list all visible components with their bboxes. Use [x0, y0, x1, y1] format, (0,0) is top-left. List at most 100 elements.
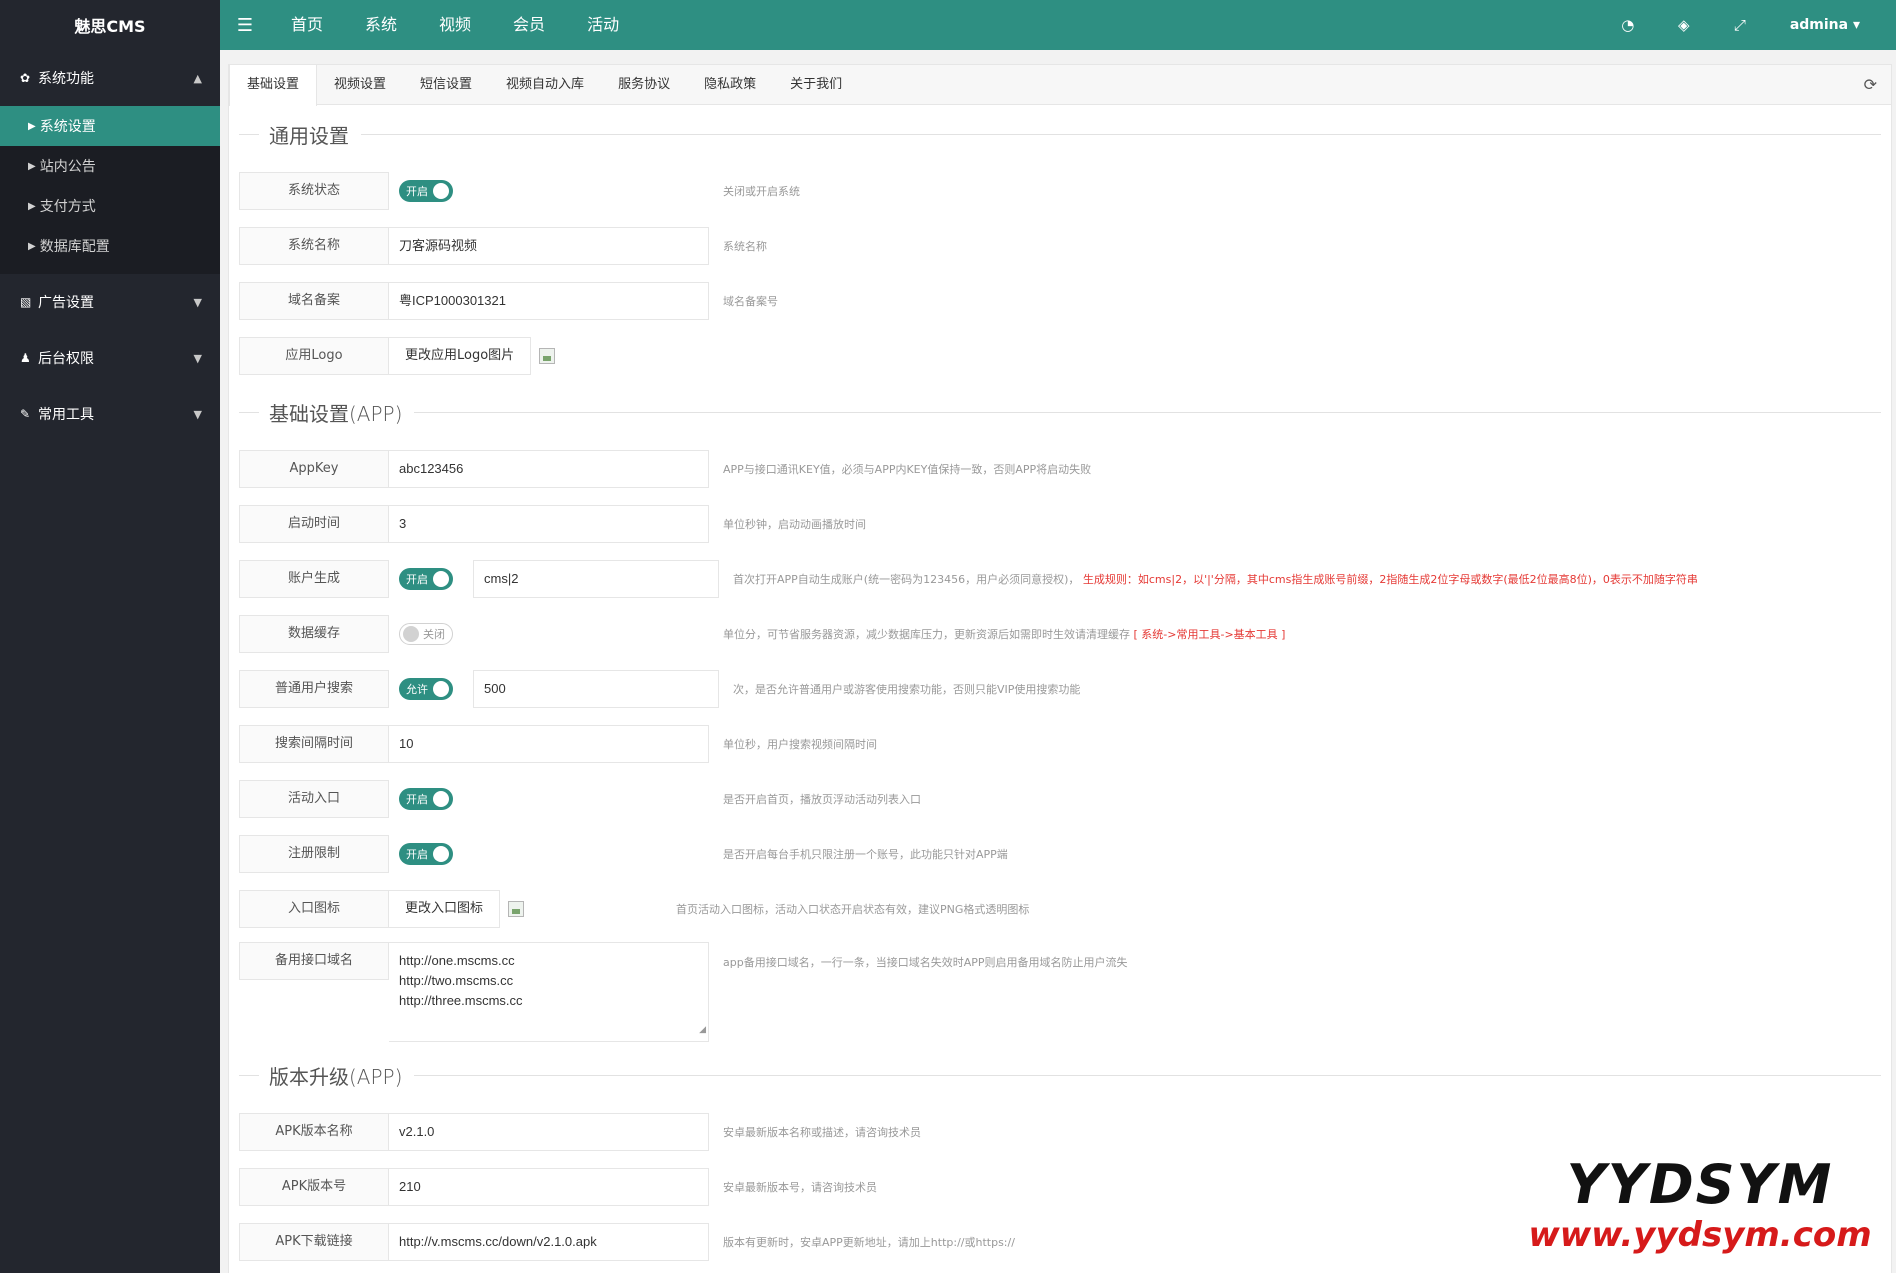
field-hint: 单位秒，用户搜索视频间隔时间 [723, 737, 877, 751]
sidebar-group-permissions[interactable]: ♟ 后台权限 ▼ [0, 330, 220, 386]
field-hint: 是否开启首页，播放页浮动活动列表入口 [723, 792, 921, 806]
field-hint: 是否开启每台手机只限注册一个账号，此功能只针对APP端 [723, 847, 1008, 861]
account-rule-input[interactable]: cms|2 [473, 559, 719, 598]
field-label: 启动时间 [239, 504, 389, 543]
row-system-name: 系统名称 刀客源码视频 系统名称 [239, 218, 1881, 273]
nav-home[interactable]: 首页 [270, 0, 344, 50]
field-label: 备用接口域名 [239, 942, 389, 980]
row-activity-entry: 活动入口 开启 是否开启首页，播放页浮动活动列表入口 [239, 771, 1881, 826]
textarea-line: http://three.mscms.cc [399, 993, 523, 1008]
switch-wrapper: 开启 [389, 835, 463, 873]
field-hint: 单位分，可节省服务器资源，减少数据库压力，更新资源后如需即时生效请清理缓存 [ … [723, 626, 1285, 642]
watermark-brand: YYDSYM [1566, 1153, 1834, 1216]
tab-service-agreement[interactable]: 服务协议 [601, 65, 687, 104]
appkey-input[interactable]: abc123456 [389, 449, 709, 488]
tag-icon[interactable]: ◈ [1656, 16, 1712, 34]
account-gen-switch[interactable]: 开启 [399, 567, 453, 590]
nav-activity[interactable]: 活动 [566, 0, 640, 50]
sidebar-group-ads[interactable]: ▧ 广告设置 ▼ [0, 274, 220, 330]
textarea-line: http://two.mscms.cc [399, 973, 514, 988]
sidebar-group-label: 常用工具 [38, 407, 94, 423]
system-status-switch[interactable]: 开启 [399, 179, 453, 202]
switch-wrapper: 开启 [389, 560, 463, 598]
switch-wrapper: 开启 [389, 172, 463, 210]
sidebar-group-system[interactable]: ✿ 系统功能 ▲ [0, 50, 220, 106]
tab-about[interactable]: 关于我们 [773, 65, 859, 104]
field-label: APK版本号 [239, 1167, 389, 1206]
theme-icon[interactable]: ◔ [1600, 16, 1656, 34]
user-menu[interactable]: admina ▾ [1768, 17, 1868, 33]
section-title-app: 基础设置(APP) [239, 383, 1881, 441]
icp-input[interactable]: 粤ICP1000301321 [389, 281, 709, 320]
field-hint: 安卓最新版本号，请咨询技术员 [723, 1180, 877, 1194]
sidebar-item-database[interactable]: ▶ 数据库配置 [0, 226, 220, 266]
row-system-status: 系统状态 开启 关闭或开启系统 [239, 163, 1881, 218]
menu-toggle-icon[interactable]: ☰ [220, 15, 270, 36]
top-header: 魅思CMS ☰ 首页 系统 视频 会员 活动 ◔ ◈ ⤢ admina ▾ [0, 0, 1896, 50]
row-account-gen: 账户生成 开启 cms|2 首次打开APP自动生成账户(统一密码为123456，… [239, 551, 1881, 606]
gear-icon: ✿ [20, 71, 31, 85]
user-search-switch[interactable]: 允许 [399, 677, 453, 700]
field-label: 入口图标 [239, 889, 389, 928]
nav-system[interactable]: 系统 [344, 0, 418, 50]
sidebar-item-announcement[interactable]: ▶ 站内公告 [0, 146, 220, 186]
settings-form: 通用设置 系统状态 开启 关闭或开启系统 系统名称 刀客源码视频 系统名称 域名… [229, 105, 1891, 1269]
startup-time-input[interactable]: 3 [389, 504, 709, 543]
field-label: 搜索间隔时间 [239, 724, 389, 763]
search-interval-input[interactable]: 10 [389, 724, 709, 763]
search-count-input[interactable]: 500 [473, 669, 719, 708]
field-hint: 域名备案号 [723, 294, 778, 308]
row-register-limit: 注册限制 开启 是否开启每台手机只限注册一个账号，此功能只针对APP端 [239, 826, 1881, 881]
refresh-icon[interactable]: ⟳ [1864, 75, 1877, 94]
row-entry-icon: 入口图标 更改入口图标 首页活动入口图标，活动入口状态开启状态有效，建议PNG格… [239, 881, 1881, 936]
nav-member[interactable]: 会员 [492, 0, 566, 50]
apk-name-input[interactable]: v2.1.0 [389, 1112, 709, 1151]
field-label: 普通用户搜索 [239, 669, 389, 708]
resize-handle-icon[interactable]: ◢ [699, 1019, 706, 1039]
sidebar-item-payment[interactable]: ▶ 支付方式 [0, 186, 220, 226]
system-name-input[interactable]: 刀客源码视频 [389, 226, 709, 265]
sidebar-group-label: 广告设置 [38, 295, 94, 311]
change-logo-button[interactable]: 更改应用Logo图片 [389, 336, 532, 375]
entry-icon-preview-image [508, 900, 525, 917]
app-logo[interactable]: 魅思CMS [0, 0, 220, 50]
top-right-tools: ◔ ◈ ⤢ admina ▾ [1600, 0, 1896, 50]
field-label: 活动入口 [239, 779, 389, 818]
switch-text: 开启 [406, 572, 428, 586]
tab-video[interactable]: 视频设置 [317, 65, 403, 104]
settings-card: 基础设置 视频设置 短信设置 视频自动入库 服务协议 隐私政策 关于我们 ⟳ 通… [228, 64, 1892, 1273]
apk-url-input[interactable]: http://v.mscms.cc/down/v2.1.0.apk [389, 1222, 709, 1261]
tab-sms[interactable]: 短信设置 [403, 65, 489, 104]
field-hint: 首页活动入口图标，活动入口状态开启状态有效，建议PNG格式透明图标 [676, 902, 1030, 916]
tab-basic[interactable]: 基础设置 [229, 65, 318, 106]
row-app-logo: 应用Logo 更改应用Logo图片 [239, 328, 1881, 383]
sidebar-item-label: 支付方式 [39, 199, 96, 215]
tab-auto-import[interactable]: 视频自动入库 [489, 65, 601, 104]
field-label: 账户生成 [239, 559, 389, 598]
row-appkey: AppKey abc123456 APP与接口通讯KEY值，必须与APP内KEY… [239, 441, 1881, 496]
activity-entry-switch[interactable]: 开启 [399, 787, 453, 810]
row-backup-domains: 备用接口域名 http://one.mscms.cc http://two.ms… [239, 936, 1881, 1046]
sidebar-item-system-settings[interactable]: ▶ 系统设置 [0, 106, 220, 146]
tab-privacy[interactable]: 隐私政策 [687, 65, 773, 104]
hint-warning-text: 生成规则：如cms|2，以'|'分隔，其中cms指生成账号前缀，2指随生成2位字… [1082, 572, 1698, 586]
sidebar-group-tools[interactable]: ✎ 常用工具 ▼ [0, 386, 220, 442]
apk-code-input[interactable]: 210 [389, 1167, 709, 1206]
change-entry-icon-button[interactable]: 更改入口图标 [389, 889, 501, 928]
sidebar-group-label: 后台权限 [38, 351, 94, 367]
fullscreen-icon[interactable]: ⤢ [1712, 16, 1768, 34]
data-cache-switch[interactable]: 关闭 [399, 622, 453, 645]
hint-link-text[interactable]: [ 系统->常用工具->基本工具 ] [1134, 628, 1286, 641]
switch-wrapper: 开启 [389, 780, 463, 818]
register-limit-switch[interactable]: 开启 [399, 842, 453, 865]
switch-text: 关闭 [423, 627, 445, 641]
field-hint: 单位秒钟，启动动画播放时间 [723, 517, 866, 531]
caret-up-icon: ▲ [193, 71, 202, 85]
field-hint: 系统名称 [723, 239, 767, 253]
field-label: 数据缓存 [239, 614, 389, 653]
switch-text: 开启 [406, 847, 428, 861]
nav-video[interactable]: 视频 [418, 0, 492, 50]
backup-domains-textarea[interactable]: http://one.mscms.cc http://two.mscms.cc … [389, 942, 709, 1042]
top-nav: 首页 系统 视频 会员 活动 [270, 0, 640, 50]
field-label: APK下载链接 [239, 1222, 389, 1261]
